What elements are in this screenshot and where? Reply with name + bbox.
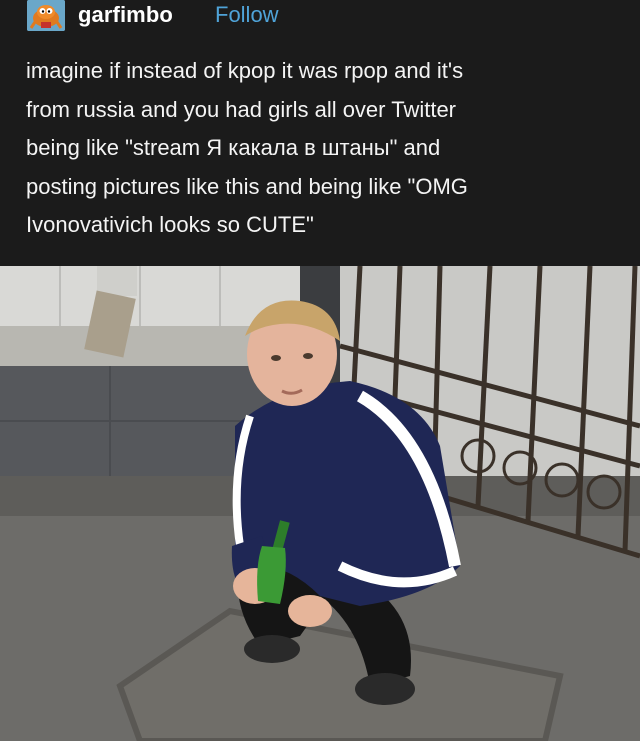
- post-header: garfimbo Follow: [0, 0, 640, 31]
- post-photo: [0, 266, 640, 741]
- photo-illustration: [0, 266, 640, 741]
- tumblr-post: garfimbo Follow imagine if instead of kp…: [0, 0, 640, 741]
- username[interactable]: garfimbo: [78, 2, 173, 28]
- user-avatar[interactable]: [27, 0, 65, 31]
- post-text: imagine if instead of kpop it was rpop a…: [26, 58, 468, 237]
- follow-button[interactable]: Follow: [215, 2, 279, 28]
- garfield-avatar-icon: [27, 0, 65, 31]
